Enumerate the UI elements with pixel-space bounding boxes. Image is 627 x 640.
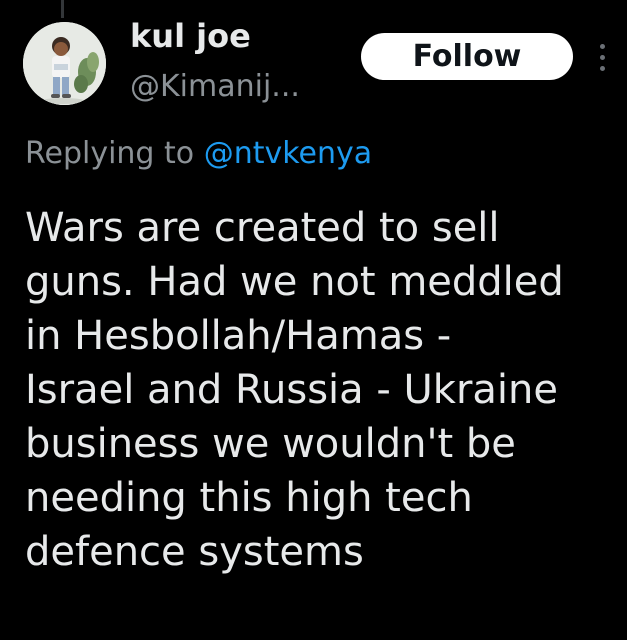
more-dot (600, 44, 605, 49)
replying-to-line: Replying to @ntvkenya (25, 133, 372, 175)
tweet-line: business we wouldn't be (25, 421, 516, 467)
more-vertical-icon[interactable] (592, 38, 614, 78)
follow-button[interactable]: Follow (361, 33, 573, 80)
author-name[interactable]: kul joe (130, 16, 251, 56)
tweet-line: defence systems (25, 529, 364, 575)
tweet-line: needing this high tech (25, 475, 473, 521)
thread-connector-line (61, 0, 64, 18)
avatar[interactable] (23, 22, 106, 105)
tweet-line: Wars are created to sell (25, 205, 500, 251)
reply-target-link[interactable]: @ntvkenya (204, 136, 372, 171)
more-dot (600, 55, 605, 60)
tweet-text: Wars are created to sell guns. Had we no… (25, 201, 621, 579)
tweet-line: Israel and Russia - Ukraine (25, 367, 558, 413)
author-handle[interactable]: @Kimanij... (130, 68, 300, 106)
replying-to-label: Replying to (25, 136, 195, 171)
more-dot (600, 66, 605, 71)
tweet-line: in Hesbollah/Hamas - (25, 313, 452, 359)
tweet-line: guns. Had we not meddled (25, 259, 564, 305)
